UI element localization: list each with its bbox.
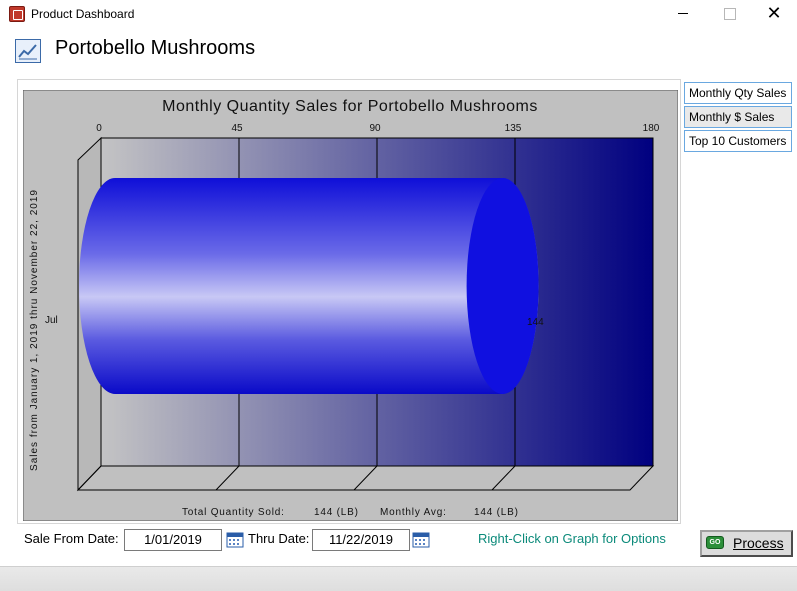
total-qty-value: 144 (LB)	[314, 507, 359, 518]
thru-date-label: Thru Date:	[248, 531, 310, 546]
go-icon: GO	[706, 536, 724, 549]
process-label: Process	[733, 535, 784, 551]
chart-icon	[15, 39, 41, 63]
status-bar	[0, 566, 797, 591]
bar-cap	[466, 178, 539, 394]
category-label: Jul	[45, 315, 58, 326]
x-tick-label: 0	[96, 123, 102, 134]
page-title: Portobello Mushrooms	[55, 37, 256, 59]
x-tick-label: 180	[643, 123, 660, 134]
total-qty-label: Total Quantity Sold:	[182, 507, 285, 518]
window-title: Product Dashboard	[31, 7, 135, 21]
x-tick-label: 45	[231, 123, 243, 134]
calendar-icon[interactable]	[412, 530, 430, 548]
calendar-icon[interactable]	[226, 530, 244, 548]
quantity-chart[interactable]: Monthly Quantity Sales for Portobello Mu…	[23, 90, 678, 521]
maximize-button[interactable]	[706, 0, 752, 28]
x-tick-label: 135	[505, 123, 522, 134]
monthly-avg-value: 144 (LB)	[474, 507, 519, 518]
monthly-qty-sales-button[interactable]: Monthly Qty Sales	[684, 82, 792, 104]
top-10-customers-button[interactable]: Top 10 Customers	[684, 130, 792, 152]
monthly-avg-label: Monthly Avg:	[380, 507, 447, 518]
graph-options-hint: Right-Click on Graph for Options	[478, 531, 666, 546]
monthly-dollar-sales-button[interactable]: Monthly $ Sales	[684, 106, 792, 128]
data-label: 144	[527, 317, 544, 328]
sale-from-label: Sale From Date:	[24, 531, 119, 546]
x-tick-label: 90	[369, 123, 381, 134]
chart-title: Monthly Quantity Sales for Portobello Mu…	[162, 98, 538, 115]
close-button[interactable]: ✕	[751, 0, 797, 28]
thru-date-input[interactable]: 11/22/2019	[312, 529, 410, 551]
y-axis-label: Sales from January 1, 2019 thru November…	[29, 189, 40, 471]
sale-from-date-input[interactable]: 1/01/2019	[124, 529, 222, 551]
app-icon	[9, 6, 25, 22]
minimize-button[interactable]	[660, 0, 706, 28]
